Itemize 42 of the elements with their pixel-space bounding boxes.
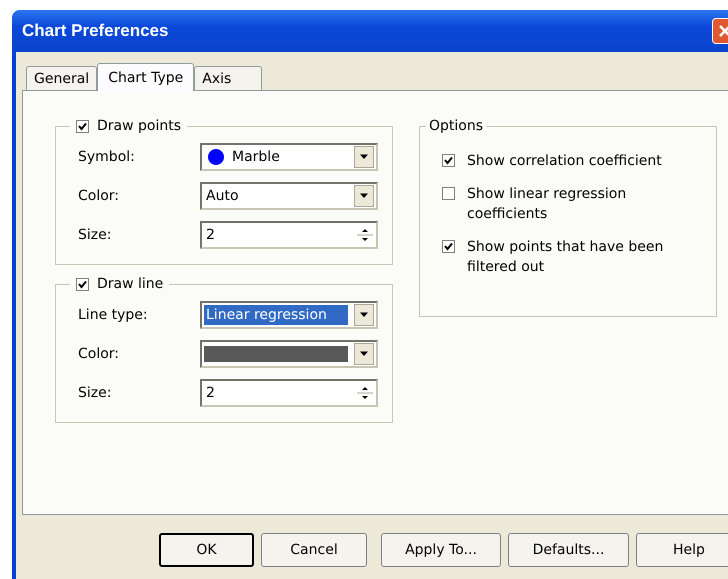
tab[interactable]: General [26,66,98,90]
window-title: Chart Preferences [22,21,168,41]
field-label: Size: [78,226,112,242]
checkbox[interactable] [442,240,455,253]
spin-field[interactable]: 2 [200,378,378,406]
check-icon [78,280,87,288]
checkbox-label: Show linear regression coefficients [467,185,628,224]
checkbox-label: Show correlation coefficient [467,152,663,171]
field-label: Line type: [78,306,148,322]
check-icon [444,242,453,251]
dialog-button[interactable]: Defaults... [508,533,629,567]
checkbox[interactable] [442,154,455,167]
checkbox[interactable] [76,120,89,132]
dialog-button[interactable]: Cancel [261,533,367,567]
dropdown[interactable]: Marble [200,142,378,170]
field-label: Color: [78,188,120,204]
checkbox-label: Draw points [97,117,182,135]
check-icon [78,122,87,130]
dropdown-value: Auto [205,186,240,206]
dropdown-value: Marble [231,148,281,166]
close-icon [718,24,728,38]
tab[interactable]: Chart Type [97,63,194,91]
checkbox[interactable] [76,278,89,290]
dialog-button[interactable]: OK [159,533,254,567]
field-label: Symbol: [78,148,135,164]
checkbox-label: Show points that have been filtered out [467,238,664,277]
check-icon [444,156,453,165]
checkbox[interactable] [442,187,455,200]
field-value: 2 [205,226,216,244]
spin-field[interactable]: 2 [200,220,378,248]
dropdown[interactable] [200,340,378,368]
tab[interactable]: Axis [194,66,262,90]
group-title: Options [429,117,484,135]
field-value: 2 [205,384,216,402]
dialog-button[interactable]: Help [636,533,728,567]
dropdown[interactable]: Linear regression [200,300,378,328]
dropdown[interactable]: Auto [200,182,378,210]
dialog-button[interactable]: Apply To... [381,533,501,567]
field-label: Color: [78,346,120,362]
checkbox-label: Draw line [97,275,164,293]
dropdown-value: Linear regression [204,304,348,324]
field-label: Size: [78,384,112,400]
